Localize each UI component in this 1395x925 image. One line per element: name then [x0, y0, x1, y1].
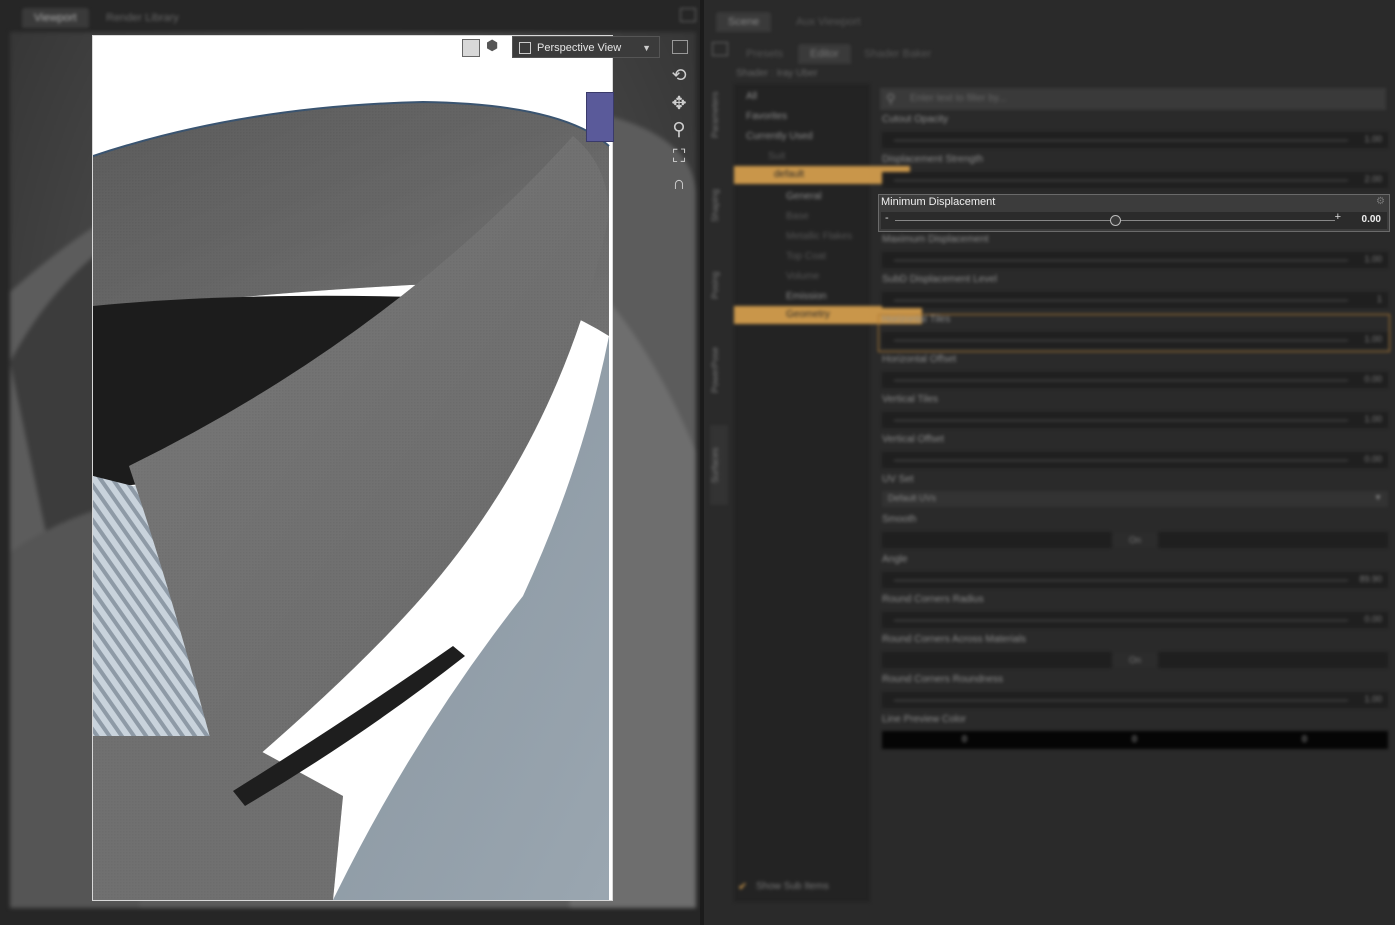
minus-icon[interactable]: -	[885, 212, 889, 224]
prop-value[interactable]: 89.90	[1359, 574, 1382, 584]
prop-value[interactable]: 1.00	[1364, 694, 1382, 704]
pane-menu-icon[interactable]	[712, 42, 728, 56]
min-displacement-label: Minimum Displacement	[881, 196, 996, 208]
chevron-down-icon: ▼	[642, 43, 651, 53]
prop-label: Line Preview Color	[882, 714, 966, 725]
prop-label: Angle	[882, 554, 908, 565]
tree-item-all[interactable]: All	[734, 88, 882, 106]
search-icon: ⚲	[886, 91, 896, 106]
prop-value[interactable]: 0.00	[1364, 614, 1382, 624]
prop-slider[interactable]: 89.90	[882, 572, 1388, 588]
prop-slider[interactable]: 1	[882, 292, 1388, 308]
color-r[interactable]: 0	[962, 734, 967, 744]
prop-label: Round Corners Roundness	[882, 674, 1004, 685]
prop-slider[interactable]: 1.00	[882, 332, 1388, 348]
prop-slider[interactable]: 1.00	[882, 412, 1388, 428]
render-image	[93, 36, 612, 900]
prop-value: Default UVs	[888, 493, 937, 503]
prop-value[interactable]: 1.00	[1364, 334, 1382, 344]
color-g[interactable]: 0	[1132, 734, 1137, 744]
render-frame[interactable]	[92, 35, 613, 901]
min-displacement-value[interactable]: 0.00	[1362, 214, 1381, 225]
prop-slider[interactable]: 1.00	[882, 252, 1388, 268]
color-field[interactable]: 0 0 0	[882, 731, 1388, 749]
pane-menu-icon[interactable]	[680, 8, 696, 22]
surface-tree: All Favorites Currently Used Suit defaul…	[734, 84, 922, 902]
prop-slider[interactable]: 0.00	[882, 372, 1388, 388]
prop-label: Horizontal Offset	[882, 354, 957, 365]
prop-label: Round Corners Across Materials	[882, 634, 1026, 645]
toggle-value[interactable]: On	[1112, 532, 1158, 548]
prop-value[interactable]: 0.00	[1364, 454, 1382, 464]
gear-icon[interactable]: ⚙	[1376, 197, 1386, 207]
filter-bar: ⚲ Enter text to filter by...	[880, 88, 1386, 110]
tree-item-suit[interactable]: Suit	[734, 148, 904, 166]
tab-render-library[interactable]: Render Library	[94, 8, 191, 28]
checkmark-icon[interactable]: ✔	[738, 880, 747, 893]
prop-label: Smooth	[882, 514, 917, 525]
prop-value[interactable]: 2.00	[1364, 174, 1382, 184]
pan-icon[interactable]: ✥	[666, 92, 692, 114]
min-displacement-slider[interactable]: - + 0.00	[881, 211, 1387, 229]
side-tab-surfaces[interactable]: Surfaces	[710, 425, 728, 505]
prop-label: SubD Displacement Level	[882, 274, 998, 285]
prop-label: Round Corners Radius	[882, 594, 984, 605]
side-tab-posing[interactable]: Posing	[710, 250, 728, 320]
toggle-value[interactable]: On	[1112, 652, 1158, 668]
prop-value[interactable]: 1.00	[1364, 254, 1382, 264]
prop-value[interactable]: 1.00	[1364, 134, 1382, 144]
prop-slider[interactable]: 1.00	[882, 692, 1388, 708]
zoom-icon[interactable]: ⚲	[666, 118, 692, 140]
side-tab-shaping[interactable]: Shaping	[710, 170, 728, 240]
prop-slider[interactable]: 1.00	[882, 132, 1388, 148]
side-tab-parameters[interactable]: Parameters	[710, 70, 728, 160]
tree-item-favorites[interactable]: Favorites	[734, 108, 882, 126]
color-b[interactable]: 0	[1302, 734, 1307, 744]
tab-shader-baker[interactable]: Shader Baker	[852, 44, 943, 64]
side-tab-powerpose[interactable]: PowerPose	[710, 330, 728, 410]
uv-set-dropdown[interactable]: Default UVs ▼	[882, 491, 1388, 507]
prop-slider[interactable]: 0.00	[882, 612, 1388, 628]
layout-icon	[519, 42, 531, 54]
camera-dropdown[interactable]: Perspective View ▼	[512, 36, 660, 58]
chevron-down-icon: ▼	[1374, 493, 1382, 502]
camera-label: Perspective View	[537, 42, 622, 54]
aim-icon[interactable]: ∩	[666, 172, 692, 194]
tab-presets[interactable]: Presets	[734, 44, 795, 64]
draw-style-icon[interactable]	[462, 39, 480, 57]
prop-label: Maximum Displacement	[882, 234, 989, 245]
prop-slider[interactable]: 0.00	[882, 452, 1388, 468]
prop-slider[interactable]: 2.00	[882, 172, 1388, 188]
prop-label: Cutout Opacity	[882, 114, 949, 125]
prop-value[interactable]: 1	[1377, 294, 1382, 304]
tab-editor[interactable]: Editor	[798, 44, 851, 64]
tree-item-currently-used[interactable]: Currently Used	[734, 128, 882, 146]
slider-handle[interactable]	[1110, 215, 1121, 226]
view-cube[interactable]	[586, 92, 614, 142]
prop-toggle[interactable]: On	[882, 532, 1388, 548]
frame-icon[interactable]: ⛶	[666, 145, 692, 167]
prop-label: Horizontal Tiles	[882, 314, 951, 325]
prop-value[interactable]: 0.00	[1364, 374, 1382, 384]
min-displacement-row[interactable]: Minimum Displacement ⚙ - + 0.00	[878, 194, 1390, 232]
shader-label: Shader : Iray Uber	[736, 68, 818, 79]
prop-label: Displacement Strength	[882, 154, 984, 165]
filter-input[interactable]: Enter text to filter by...	[910, 93, 1007, 104]
plus-icon[interactable]: +	[1335, 211, 1341, 223]
prop-value[interactable]: 1.00	[1364, 414, 1382, 424]
prop-label: UV Set	[882, 474, 914, 485]
prop-label: Vertical Offset	[882, 434, 945, 445]
tab-aux-viewport[interactable]: Aux Viewport	[784, 12, 873, 32]
show-sub-items-label[interactable]: Show Sub Items	[756, 881, 829, 892]
viewport-menu-icon[interactable]	[672, 40, 688, 54]
prop-toggle[interactable]: On	[882, 652, 1388, 668]
cube-icon[interactable]: ⬢	[486, 37, 502, 53]
prop-label: Vertical Tiles	[882, 394, 939, 405]
orbit-icon[interactable]: ⟲	[666, 64, 692, 86]
tab-scene[interactable]: Scene	[716, 12, 772, 32]
tab-viewport[interactable]: Viewport	[22, 8, 89, 28]
